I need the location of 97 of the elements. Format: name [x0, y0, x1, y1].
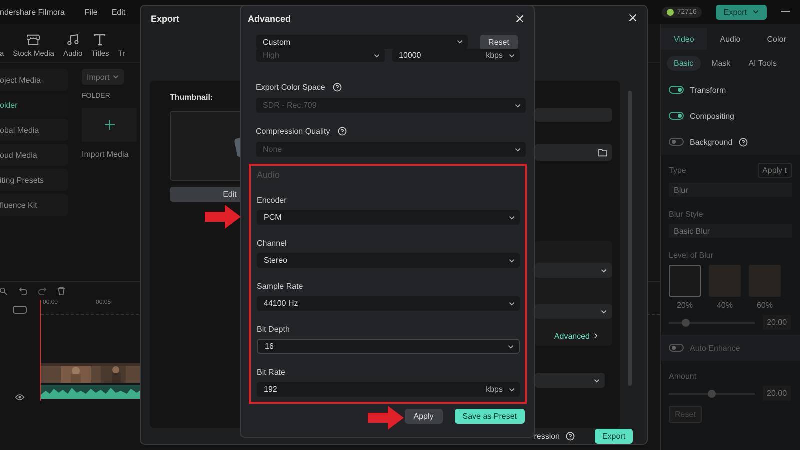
field-label: Sample Rate — [257, 280, 304, 292]
chevron-icon — [374, 54, 380, 58]
subtab[interactable]: Mask — [704, 56, 738, 71]
audio-dropdown[interactable]: PCM — [257, 210, 520, 225]
eye-icon[interactable] — [15, 394, 25, 401]
toggle-label: Compositing — [690, 112, 734, 120]
field-label: Amount — [669, 372, 698, 381]
help-icon[interactable] — [566, 432, 575, 440]
sidebar-item[interactable]: iting Presets — [0, 169, 68, 191]
field-label: Blur Style — [669, 210, 704, 219]
field-label: Bit Depth — [257, 324, 291, 335]
chevron-icon — [508, 344, 514, 348]
zoom-icon[interactable] — [0, 286, 9, 296]
advanced-link[interactable]: Advanced — [554, 331, 598, 341]
sidebar-item[interactable]: fluence Kit — [0, 194, 68, 216]
field-label: Bit Rate — [257, 366, 286, 378]
export-button[interactable]: Export — [716, 4, 767, 20]
chevron-icon — [594, 378, 600, 382]
toggle-label: Transform — [690, 86, 726, 94]
music-note-icon — [67, 34, 80, 46]
subtab[interactable]: AI Tools — [742, 56, 784, 71]
chevron-icon — [509, 302, 515, 306]
chevron-icon — [113, 75, 119, 79]
chevron-icon — [515, 104, 521, 108]
toggle-switch[interactable] — [669, 112, 684, 120]
audio-dropdown[interactable]: 44100 Hz — [257, 296, 520, 311]
field-label: Channel — [257, 238, 288, 249]
import-dropdown[interactable]: Import — [82, 69, 124, 85]
toggle-label: Background — [690, 138, 733, 146]
preset-label: 20% — [676, 301, 693, 310]
chevron-icon — [509, 216, 515, 220]
path-field[interactable] — [535, 144, 612, 161]
chevron-icon — [509, 388, 515, 392]
menu-item[interactable]: File — [84, 8, 98, 16]
audio-dropdown[interactable]: 16 — [257, 339, 520, 354]
help-icon[interactable] — [738, 138, 748, 146]
store-icon — [27, 34, 40, 46]
option-label: ression — [534, 432, 560, 440]
toggle-switch[interactable] — [669, 86, 684, 94]
sidebar-item[interactable]: oject Media — [0, 69, 68, 91]
panel-tab[interactable]: Video — [661, 28, 708, 50]
sidebar-item[interactable]: obal Media — [0, 119, 68, 141]
chevron-icon — [509, 258, 515, 262]
field-label: Export Color Space — [256, 82, 326, 92]
preset-label: 40% — [716, 301, 733, 310]
reset-button[interactable]: Reset — [480, 34, 518, 50]
thumbnail-label: Thumbnail: — [170, 93, 214, 102]
redo-icon[interactable] — [38, 286, 47, 296]
text-icon — [94, 34, 106, 46]
close-icon[interactable] — [516, 15, 524, 23]
panel-tab[interactable]: Color — [754, 28, 800, 50]
chevron-icon — [594, 333, 598, 339]
field-label: Compression Quality — [256, 126, 330, 136]
close-icon[interactable] — [629, 14, 637, 22]
preset-label: 60% — [756, 301, 773, 310]
preset-thumbnail[interactable] — [669, 265, 701, 297]
help-icon[interactable] — [333, 82, 342, 92]
undo-icon[interactable] — [19, 286, 28, 296]
chevron-icon — [601, 310, 607, 314]
import-tile[interactable] — [82, 108, 137, 142]
plus-icon — [104, 120, 114, 130]
delete-icon[interactable] — [57, 286, 66, 296]
menu-item[interactable]: Edit — [112, 8, 126, 16]
subtab[interactable]: Basic — [667, 56, 701, 71]
panel-tab[interactable]: Audio — [707, 28, 754, 50]
folder-icon[interactable] — [598, 148, 608, 156]
audio-dropdown[interactable]: Stereo — [257, 253, 520, 268]
minimize-icon[interactable] — [781, 11, 790, 13]
pointer-arrow — [368, 406, 404, 430]
app-title: ndershare Filmora — [0, 8, 65, 16]
pointer-arrow — [205, 205, 241, 229]
save-preset-button[interactable]: Save as Preset — [454, 409, 525, 424]
toggle-switch[interactable] — [669, 138, 684, 146]
track-icon[interactable] — [13, 306, 27, 314]
toggle-switch[interactable] — [669, 344, 684, 352]
apply-button[interactable]: Apply t — [758, 163, 792, 178]
import-media-label: Import Media — [82, 150, 130, 159]
chevron-icon — [509, 54, 515, 58]
apply-button[interactable]: Apply — [404, 409, 443, 424]
help-icon[interactable] — [338, 126, 348, 136]
chevron-icon — [753, 10, 759, 14]
chevron-icon — [515, 148, 521, 152]
dialog-title: Export — [151, 14, 180, 24]
field-label: Type — [669, 166, 686, 175]
bitrate-field[interactable]: 10000 kbps — [392, 49, 520, 62]
audio-dropdown[interactable]: 192 kbps — [257, 382, 520, 397]
chevron-icon — [457, 40, 463, 44]
export-button[interactable]: Export — [595, 428, 633, 444]
slider-thumb[interactable] — [682, 318, 690, 326]
text-field[interactable] — [535, 108, 612, 122]
sidebar-item[interactable]: oud Media — [0, 144, 68, 166]
preset-dropdown[interactable]: Custom — [256, 35, 468, 49]
field-label: Level of Blur — [669, 251, 714, 260]
chevron-icon — [601, 268, 607, 272]
slider-thumb[interactable] — [708, 390, 716, 398]
dialog-title: Advanced — [248, 14, 292, 24]
toggle-label: Auto Enhance — [690, 344, 740, 352]
